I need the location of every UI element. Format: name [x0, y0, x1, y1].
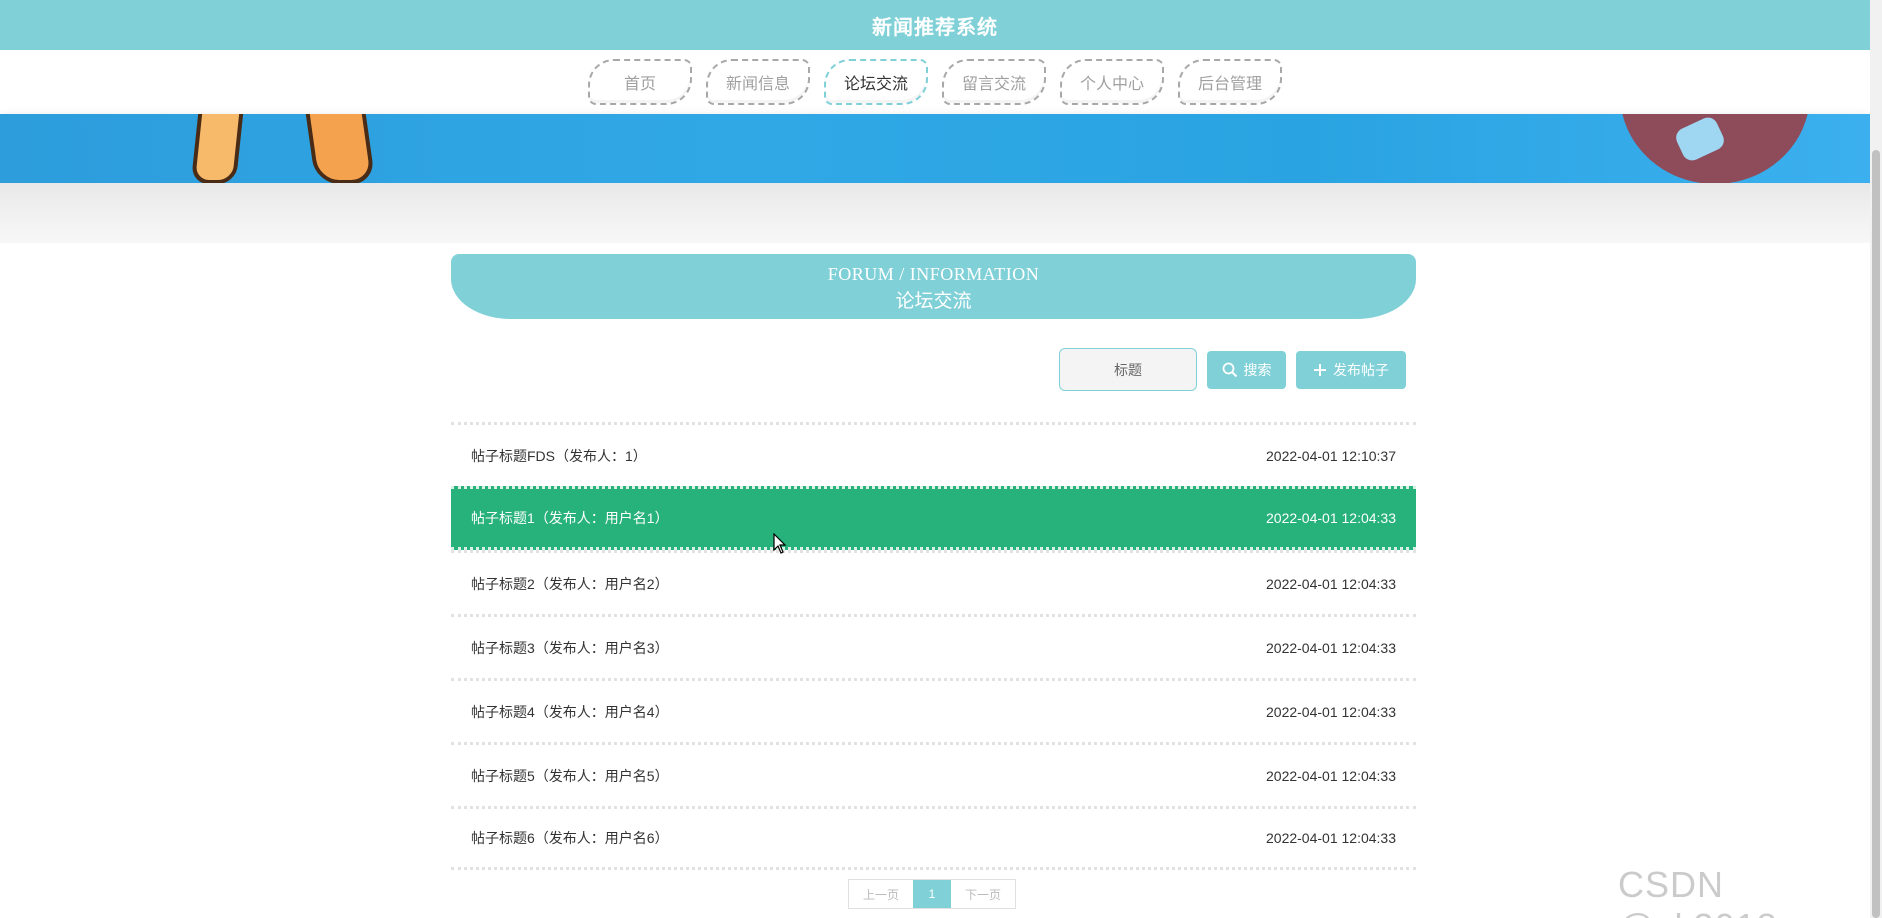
post-title: 帖子标题2（发布人：用户名2）	[471, 575, 669, 592]
post-time: 2022-04-01 12:04:33	[1266, 510, 1396, 526]
nav-item-messages[interactable]: 留言交流	[942, 59, 1046, 105]
banner-shadow-strip	[0, 183, 1870, 243]
search-icon	[1222, 362, 1238, 378]
post-time: 2022-04-01 12:10:37	[1266, 447, 1396, 464]
post-time: 2022-04-01 12:04:33	[1266, 639, 1396, 656]
post-title: 帖子标题3（发布人：用户名3）	[471, 639, 669, 656]
list-item[interactable]: 帖子标题1（发布人：用户名1） 2022-04-01 12:04:33	[451, 486, 1416, 550]
post-time: 2022-04-01 12:04:33	[1266, 830, 1396, 846]
next-page-button[interactable]: 下一页	[951, 880, 1015, 908]
banner-image	[0, 114, 1870, 183]
post-time: 2022-04-01 12:04:33	[1266, 767, 1396, 784]
list-item[interactable]: 帖子标题2（发布人：用户名2） 2022-04-01 12:04:33	[451, 550, 1416, 614]
title-search-input[interactable]	[1059, 348, 1197, 391]
section-title-en: FORUM / INFORMATION	[827, 264, 1040, 284]
post-topic-button[interactable]: 发布帖子	[1296, 351, 1406, 389]
nav-item-news[interactable]: 新闻信息	[706, 59, 810, 105]
page-number-button[interactable]: 1	[913, 880, 952, 908]
post-title: 帖子标题4（发布人：用户名4）	[471, 703, 669, 720]
mouse-cursor-icon	[773, 533, 787, 554]
post-title: 帖子标题6（发布人：用户名6）	[471, 830, 669, 846]
page-scrollbar[interactable]	[1870, 0, 1882, 918]
forum-post-list: 帖子标题FDS（发布人：1） 2022-04-01 12:10:37 帖子标题1…	[451, 422, 1416, 870]
post-time: 2022-04-01 12:04:33	[1266, 703, 1396, 720]
app-title: 新闻推荐系统	[872, 16, 998, 39]
main-nav: 首页 新闻信息 论坛交流 留言交流 个人中心 后台管理	[0, 50, 1870, 114]
list-item[interactable]: 帖子标题4（发布人：用户名4） 2022-04-01 12:04:33	[451, 678, 1416, 742]
post-title: 帖子标题FDS（发布人：1）	[471, 447, 647, 464]
post-time: 2022-04-01 12:04:33	[1266, 575, 1396, 592]
nav-item-profile[interactable]: 个人中心	[1060, 59, 1164, 105]
watermark-text: CSDN @ck3018	[1618, 864, 1777, 918]
prev-page-button[interactable]: 上一页	[849, 880, 913, 908]
list-item[interactable]: 帖子标题5（发布人：用户名5） 2022-04-01 12:04:33	[451, 742, 1416, 806]
banner-illustration	[304, 114, 376, 183]
nav-item-admin[interactable]: 后台管理	[1178, 59, 1282, 105]
scrollbar-thumb[interactable]	[1872, 150, 1880, 918]
app-title-bar: 新闻推荐系统	[0, 0, 1870, 50]
list-item[interactable]: 帖子标题FDS（发布人：1） 2022-04-01 12:10:37	[451, 422, 1416, 486]
section-header: FORUM / INFORMATION 论坛交流	[451, 254, 1416, 319]
pagination: 上一页 1 下一页	[848, 879, 1017, 909]
banner-illustration	[190, 114, 245, 183]
nav-item-home[interactable]: 首页	[588, 59, 692, 105]
post-title: 帖子标题1（发布人：用户名1）	[471, 510, 669, 526]
search-button-label: 搜索	[1243, 362, 1272, 378]
list-item[interactable]: 帖子标题3（发布人：用户名3） 2022-04-01 12:04:33	[451, 614, 1416, 678]
plus-icon	[1313, 363, 1327, 377]
search-button[interactable]: 搜索	[1207, 351, 1286, 389]
nav-item-forum[interactable]: 论坛交流	[824, 59, 928, 105]
list-item[interactable]: 帖子标题6（发布人：用户名6） 2022-04-01 12:04:33	[451, 806, 1416, 870]
post-button-label: 发布帖子	[1333, 362, 1389, 378]
page: 新闻推荐系统 首页 新闻信息 论坛交流 留言交流 个人中心 后台管理 FORUM…	[0, 0, 1882, 918]
post-title: 帖子标题5（发布人：用户名5）	[471, 767, 669, 784]
section-title-cn: 论坛交流	[895, 291, 972, 312]
